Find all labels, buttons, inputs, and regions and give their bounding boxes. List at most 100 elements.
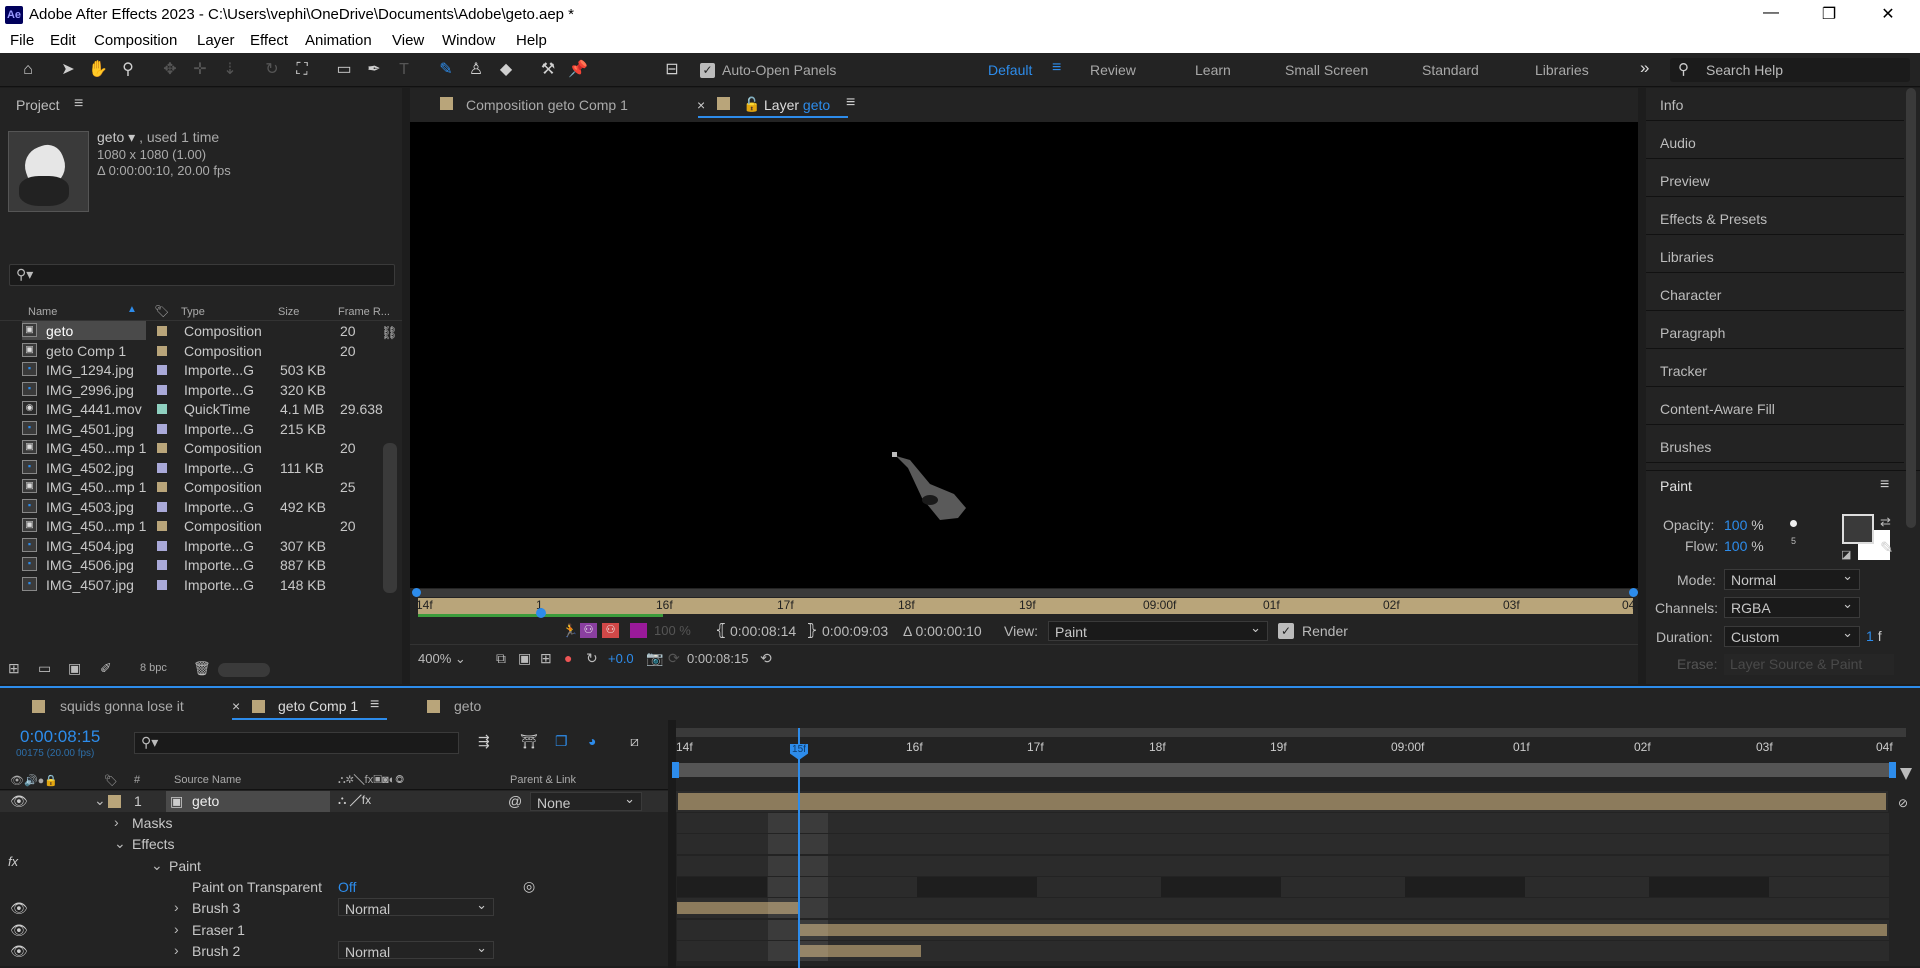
label-swatch[interactable] — [157, 560, 167, 570]
default-colors-icon[interactable]: ◪ — [1841, 548, 1851, 561]
project-item-row[interactable]: ▣ geto Composition 20 — [0, 321, 400, 340]
onion-before-icon[interactable]: ⚇ — [580, 623, 597, 638]
workspace-default[interactable]: Default — [988, 62, 1032, 78]
property-row[interactable]: ⌄ Effects — [0, 833, 676, 854]
chevron-right-icon[interactable]: › — [174, 921, 179, 937]
label-swatch[interactable] — [157, 579, 167, 590]
label-swatch[interactable] — [157, 404, 167, 414]
channels-dropdown[interactable]: RGBA — [1724, 596, 1860, 618]
selection-tool-icon[interactable]: ➤ — [58, 60, 78, 80]
switches-icon[interactable]: ⛬✲╲fx▣◙◐◎ — [338, 774, 404, 787]
home-icon[interactable]: ⌂ — [18, 60, 38, 80]
timeline-navigator[interactable] — [676, 728, 1906, 737]
delete-icon[interactable]: 🗑 — [193, 660, 211, 677]
search-help-input[interactable]: Search Help — [1706, 62, 1783, 78]
visibility-icon[interactable]: 👁 — [10, 922, 28, 939]
column-number[interactable]: # — [134, 774, 140, 786]
pen-tool-icon[interactable]: ✒ — [364, 60, 384, 80]
label-swatch[interactable] — [157, 501, 167, 512]
eyedropper-icon[interactable]: ✎ — [1880, 538, 1893, 558]
close-button[interactable]: ✕ — [1868, 4, 1908, 24]
visibility-icon[interactable]: 👁 — [10, 900, 28, 917]
maximize-button[interactable]: ❐ — [1809, 4, 1849, 24]
close-tab-icon[interactable]: × — [232, 698, 240, 714]
column-parent-link[interactable]: Parent & Link — [510, 774, 576, 786]
duration-frames[interactable]: 1 — [1866, 628, 1874, 644]
label-swatch[interactable] — [157, 423, 167, 434]
overlay-color-swatch[interactable] — [630, 623, 647, 638]
panel-effects-presets[interactable]: Effects & Presets — [1660, 211, 1767, 227]
column-name[interactable]: Name — [28, 306, 57, 318]
property-track[interactable] — [677, 898, 1889, 919]
mode-dropdown[interactable]: Normal — [1724, 568, 1860, 590]
workspace-review[interactable]: Review — [1090, 62, 1136, 78]
property-track[interactable] — [677, 813, 1889, 833]
project-item-row[interactable]: ▪ IMG_1294.jpg Importe...G 503 KB — [0, 360, 400, 379]
label-swatch[interactable] — [157, 462, 167, 473]
in-point[interactable]: 0:00:08:14 — [730, 623, 796, 639]
comp-mini-flowchart-icon[interactable]: ⇶ — [478, 733, 490, 750]
label-swatch[interactable] — [157, 443, 167, 453]
parent-dropdown[interactable]: None — [530, 791, 642, 811]
label-swatch[interactable] — [157, 521, 167, 531]
menu-layer[interactable]: Layer — [197, 32, 235, 49]
motion-blur-icon[interactable]: ◕ — [588, 733, 596, 749]
show-snapshot-icon[interactable]: ⟳ — [668, 650, 680, 667]
workspace-small-screen[interactable]: Small Screen — [1285, 62, 1368, 78]
property-row[interactable]: 👁 › Brush 3 Normal — [0, 897, 676, 918]
roto-brush-tool-icon[interactable]: ⚒ — [538, 60, 558, 80]
blend-mode-dropdown[interactable]: Normal — [338, 897, 494, 917]
column-source-name[interactable]: Source Name — [174, 774, 241, 786]
layer-label-swatch[interactable] — [108, 795, 121, 808]
blend-mode-dropdown[interactable]: Normal — [338, 940, 494, 960]
project-item-row[interactable]: ▪ IMG_4503.jpg Importe...G 492 KB — [0, 497, 400, 516]
view-dropdown[interactable]: Paint — [1048, 620, 1268, 641]
clone-stamp-tool-icon[interactable]: ♙ — [466, 60, 486, 80]
column-frame-rate[interactable]: Frame R... — [338, 306, 390, 318]
layer-name[interactable]: geto — [192, 793, 219, 809]
project-item-row[interactable]: ▣ IMG_450...mp 1 Composition 25 — [0, 477, 400, 496]
stroke-duration-bar[interactable] — [799, 923, 1887, 936]
swap-colors-icon[interactable]: ⇄ — [1880, 514, 1891, 530]
menu-composition[interactable]: Composition — [94, 32, 177, 49]
paint-panel-title[interactable]: Paint — [1660, 478, 1692, 494]
menu-window[interactable]: Window — [442, 32, 495, 49]
timeline-tab-geto-comp[interactable]: geto Comp 1 — [278, 698, 358, 714]
flow-value[interactable]: 100 — [1724, 538, 1747, 554]
tab-composition[interactable]: Composition geto Comp 1 — [466, 97, 628, 113]
property-track[interactable] — [677, 834, 1889, 855]
visibility-icon[interactable]: 👁 — [10, 793, 28, 810]
opacity-value[interactable]: 100 — [1724, 517, 1747, 533]
puppet-pin-tool-icon[interactable]: 📌 — [568, 60, 588, 80]
viewer-menu-icon[interactable]: ≡ — [846, 94, 855, 112]
timeline-tab-squids[interactable]: squids gonna lose it — [60, 698, 184, 714]
panel-info[interactable]: Info — [1660, 97, 1683, 113]
render-checkbox[interactable]: ✓ — [1278, 623, 1294, 639]
viewer-canvas[interactable] — [410, 122, 1638, 588]
menu-animation[interactable]: Animation — [305, 32, 372, 49]
always-preview-icon[interactable]: ⟲ — [760, 650, 772, 667]
interpret-footage-icon[interactable]: ⊞ — [8, 660, 20, 677]
project-item-row[interactable]: ▪ IMG_4501.jpg Importe...G 215 KB — [0, 419, 400, 438]
work-area-start[interactable] — [672, 762, 679, 778]
pan-tool-icon[interactable]: ✛ — [190, 60, 210, 80]
right-panels-scrollbar[interactable] — [1906, 88, 1916, 528]
property-row[interactable]: ⌄ Paint — [0, 855, 676, 876]
more-workspaces-icon[interactable]: » — [1640, 58, 1649, 78]
new-folder-icon[interactable]: ▭ — [38, 660, 51, 677]
viewer-playhead[interactable] — [536, 608, 546, 618]
label-swatch[interactable] — [157, 365, 167, 375]
thumbnail-slider[interactable] — [218, 663, 270, 677]
timeline-current-time[interactable]: 0:00:08:15 — [20, 727, 100, 747]
chevron-down-icon[interactable]: ⌄ — [151, 857, 163, 874]
column-size[interactable]: Size — [278, 306, 299, 318]
menu-file[interactable]: File — [10, 32, 34, 49]
property-track[interactable] — [677, 940, 1889, 961]
bit-depth-button[interactable]: 8 bpc — [140, 662, 167, 674]
onion-after-icon[interactable]: ⚇ — [602, 623, 619, 638]
tab-layer-name[interactable]: geto — [803, 97, 830, 113]
project-item-row[interactable]: ▪ IMG_4506.jpg Importe...G 887 KB — [0, 555, 400, 574]
property-track[interactable] — [677, 876, 1889, 897]
property-track[interactable] — [677, 855, 1889, 876]
timeline-playhead[interactable] — [798, 728, 800, 968]
